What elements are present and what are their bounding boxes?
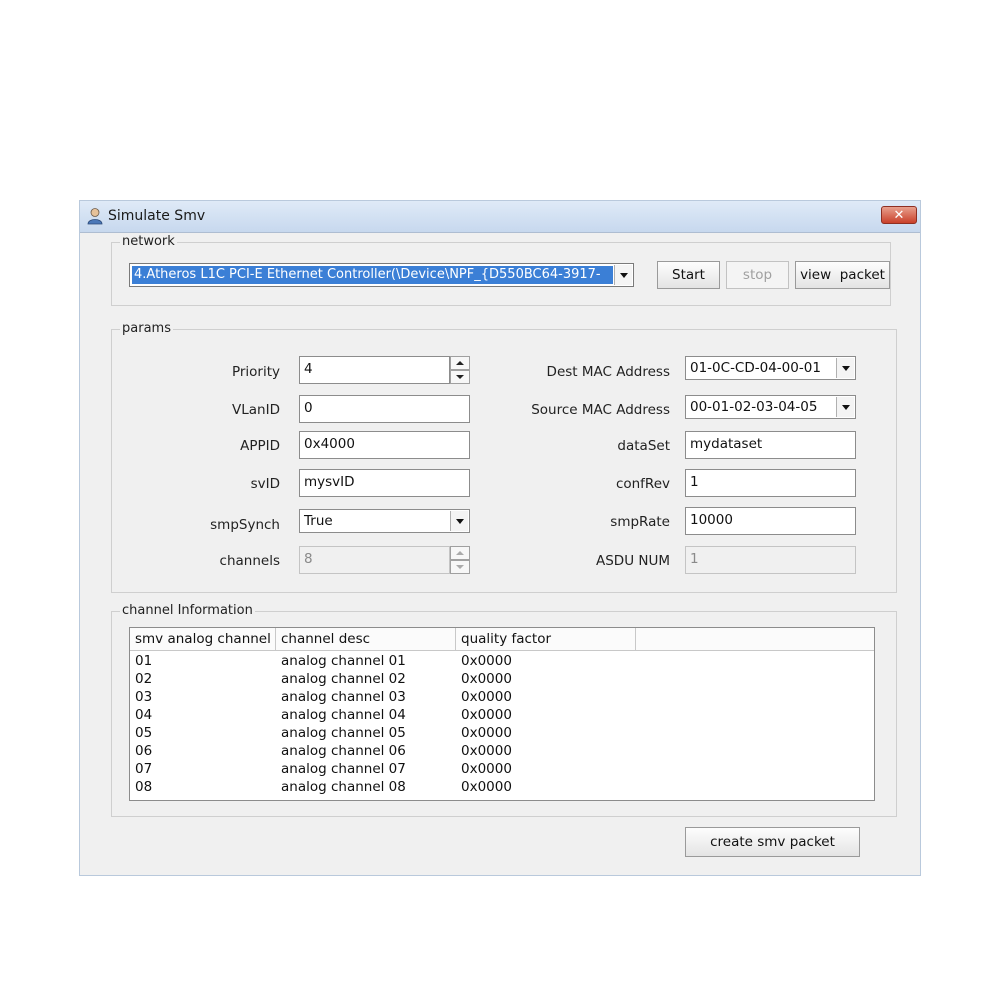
chevron-down-icon[interactable] [836, 358, 854, 378]
table-row[interactable]: 06 analog channel 06 0x0000 [130, 742, 874, 760]
close-button[interactable]: ✕ [881, 206, 917, 224]
network-adapter-value: 4.Atheros L1C PCI-E Ethernet Controller(… [132, 266, 613, 284]
table-row[interactable]: 01 analog channel 01 0x0000 [130, 652, 874, 670]
dataset-input[interactable]: mydataset [685, 431, 856, 459]
column-header[interactable]: smv analog channel [130, 628, 276, 650]
dest-mac-label: Dest MAC Address [546, 364, 670, 380]
column-header[interactable]: channel desc [276, 628, 456, 650]
window-title: Simulate Smv [108, 208, 206, 224]
smprate-input[interactable]: 10000 [685, 507, 856, 535]
table-cell: 06 [135, 743, 153, 759]
dest-mac-value: 01-0C-CD-04-00-01 [690, 360, 821, 376]
table-cell: 0x0000 [461, 707, 512, 723]
priority-input[interactable]: 4 [299, 356, 450, 384]
asdu-num-input: 1 [685, 546, 856, 574]
table-row[interactable]: 07 analog channel 07 0x0000 [130, 760, 874, 778]
svid-label: svID [250, 476, 280, 492]
table-header: smv analog channel channel desc quality … [130, 628, 874, 651]
table-cell: 0x0000 [461, 671, 512, 687]
spin-down-icon[interactable] [450, 370, 470, 384]
channels-spinner [450, 546, 470, 574]
confrev-input[interactable]: 1 [685, 469, 856, 497]
table-cell: 0x0000 [461, 779, 512, 795]
appid-input[interactable]: 0x4000 [299, 431, 470, 459]
spin-up-icon [450, 546, 470, 560]
confrev-label: confRev [615, 476, 670, 492]
app-user-icon [87, 208, 103, 225]
channels-input: 8 [299, 546, 450, 574]
priority-spinner[interactable] [450, 356, 470, 384]
network-group: network 4.Atheros L1C PCI-E Ethernet Con… [111, 234, 891, 306]
svid-input[interactable]: mysvID [299, 469, 470, 497]
table-row[interactable]: 03 analog channel 03 0x0000 [130, 688, 874, 706]
column-header[interactable] [636, 628, 874, 650]
table-cell: analog channel 07 [281, 761, 406, 777]
spin-down-icon [450, 560, 470, 574]
smpsynch-value: True [304, 513, 333, 529]
vlanid-input[interactable]: 0 [299, 395, 470, 423]
table-cell: 0x0000 [461, 689, 512, 705]
dest-mac-select[interactable]: 01-0C-CD-04-00-01 [685, 356, 856, 380]
table-cell: analog channel 01 [281, 653, 406, 669]
close-icon: ✕ [893, 208, 905, 223]
vlanid-label: VLanID [232, 402, 280, 418]
params-group: params Priority 4 VLanID 0 APPID 0x4000 … [111, 321, 897, 593]
table-cell: analog channel 02 [281, 671, 406, 687]
table-cell: 0x0000 [461, 761, 512, 777]
start-button[interactable]: Start [657, 261, 720, 289]
table-row[interactable]: 05 analog channel 05 0x0000 [130, 724, 874, 742]
table-cell: analog channel 08 [281, 779, 406, 795]
asdu-num-label: ASDU NUM [596, 553, 670, 569]
network-adapter-select[interactable]: 4.Atheros L1C PCI-E Ethernet Controller(… [129, 263, 634, 287]
table-cell: 0x0000 [461, 743, 512, 759]
table-cell: 0x0000 [461, 725, 512, 741]
source-mac-value: 00-01-02-03-04-05 [690, 399, 818, 415]
table-cell: 02 [135, 671, 153, 687]
channel-table[interactable]: smv analog channel channel desc quality … [129, 627, 875, 801]
params-legend: params [120, 321, 173, 336]
view-packet-button[interactable]: view packet [795, 261, 890, 289]
create-smv-packet-button[interactable]: create smv packet [685, 827, 860, 857]
channel-info-legend: channel Information [120, 603, 255, 618]
source-mac-select[interactable]: 00-01-02-03-04-05 [685, 395, 856, 419]
title-bar[interactable]: Simulate Smv ✕ [80, 201, 920, 233]
table-cell: 03 [135, 689, 153, 705]
table-cell: analog channel 03 [281, 689, 406, 705]
table-cell: 04 [135, 707, 153, 723]
appid-label: APPID [240, 438, 280, 454]
table-cell: analog channel 06 [281, 743, 406, 759]
table-row[interactable]: 08 analog channel 08 0x0000 [130, 778, 874, 796]
smpsynch-select[interactable]: True [299, 509, 470, 533]
smpsynch-label: smpSynch [210, 517, 280, 533]
table-cell: 08 [135, 779, 153, 795]
table-row[interactable]: 02 analog channel 02 0x0000 [130, 670, 874, 688]
dataset-label: dataSet [617, 438, 670, 454]
channels-label: channels [219, 553, 280, 569]
simulate-smv-window: Simulate Smv ✕ network 4.Atheros L1C PCI… [79, 200, 921, 876]
chevron-down-icon[interactable] [450, 511, 468, 531]
smprate-label: smpRate [610, 514, 670, 530]
table-cell: 01 [135, 653, 153, 669]
column-header[interactable]: quality factor [456, 628, 636, 650]
network-legend: network [120, 234, 177, 249]
table-cell: analog channel 05 [281, 725, 406, 741]
table-cell: 05 [135, 725, 153, 741]
chevron-down-icon[interactable] [614, 265, 632, 285]
priority-label: Priority [231, 364, 280, 380]
table-cell: 0x0000 [461, 653, 512, 669]
table-cell: analog channel 04 [281, 707, 406, 723]
spin-up-icon[interactable] [450, 356, 470, 370]
table-cell: 07 [135, 761, 153, 777]
source-mac-label: Source MAC Address [531, 402, 670, 418]
table-row[interactable]: 04 analog channel 04 0x0000 [130, 706, 874, 724]
stop-button[interactable]: stop [726, 261, 789, 289]
chevron-down-icon[interactable] [836, 397, 854, 417]
